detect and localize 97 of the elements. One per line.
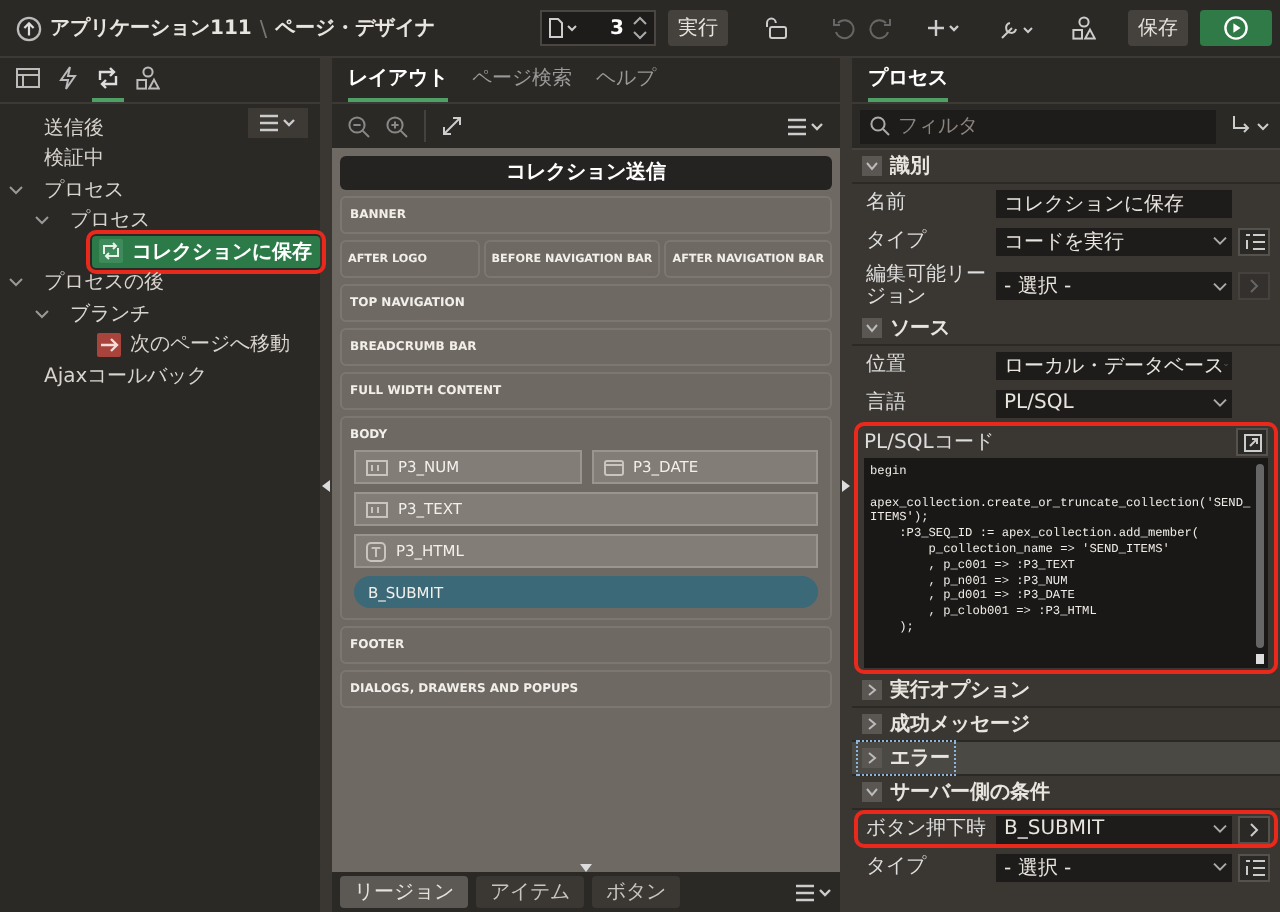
tab[interactable]: ページ検索 (472, 58, 572, 102)
list-button[interactable] (1238, 853, 1270, 881)
field-label: PL/SQLコード (864, 431, 994, 453)
wrench-menu-icon[interactable] (1000, 17, 1036, 39)
text-icon (366, 541, 386, 561)
scrollbar[interactable] (1256, 464, 1264, 664)
expand-icon[interactable] (442, 116, 462, 136)
arrow-icon (96, 331, 122, 358)
page-title: ページ・デザイナ (275, 15, 436, 42)
chevron-icon (862, 680, 882, 700)
field-label: 名前 (866, 192, 908, 214)
gallery-tab[interactable]: リージョン (340, 876, 468, 908)
caret-icon[interactable] (8, 274, 24, 291)
caret-icon[interactable] (34, 212, 50, 229)
field-label: 言語 (866, 392, 908, 414)
section-header[interactable]: 実行オプション (852, 674, 1280, 708)
tree-item[interactable]: 次のページへ移動 (92, 330, 294, 359)
tree-menu-button[interactable] (248, 108, 308, 138)
chevron-icon (862, 782, 882, 802)
gallery-tab[interactable]: ボタン (592, 876, 680, 908)
loop-icon (96, 66, 120, 90)
select-field[interactable]: PL/SQL (996, 389, 1232, 417)
chevron-icon (862, 714, 882, 734)
chevron-icon (862, 156, 882, 176)
select-field[interactable]: - 選択 - (996, 853, 1232, 881)
tab[interactable]: ヘルプ (596, 58, 656, 102)
caret-icon (1212, 398, 1228, 408)
caret-icon (1212, 862, 1228, 872)
bolt-icon (58, 66, 78, 90)
field-label: 位置 (866, 354, 908, 376)
field-label: ボタン押下時 (866, 818, 988, 840)
expand-icon (1243, 433, 1261, 451)
list-button[interactable] (1238, 227, 1270, 255)
list-icon (1243, 231, 1265, 251)
section-header[interactable]: ソース (852, 312, 1280, 346)
menu-icon (260, 114, 296, 132)
layout-icon (16, 68, 40, 88)
page-icon (548, 18, 580, 38)
caret-icon (1212, 281, 1228, 291)
run-page-button[interactable] (1200, 10, 1272, 46)
chevron-icon (862, 748, 882, 768)
page-title-bar: コレクション送信 (340, 156, 832, 190)
gallery-tab[interactable]: アイテム (476, 876, 584, 908)
caret-icon (1212, 236, 1228, 246)
select-field[interactable]: B_SUBMIT (996, 815, 1232, 843)
chevron-icon (862, 318, 882, 338)
tree-item[interactable]: 検証中 (40, 144, 108, 173)
zoom-in-icon[interactable] (386, 115, 408, 137)
field-label: 編集可能リージョン (866, 264, 988, 308)
tree-item[interactable]: 送信後 (40, 113, 108, 142)
section-header[interactable]: エラー (852, 742, 1280, 776)
loop-icon (98, 238, 124, 265)
text-field[interactable]: コレクションに保存 (996, 189, 1232, 217)
tree-item[interactable]: プロセスの後 (40, 268, 168, 297)
app-link[interactable]: アプリケーション111 (50, 14, 252, 42)
tree-item[interactable]: プロセス (66, 206, 154, 235)
tree-item[interactable]: ブランチ (66, 299, 154, 328)
page-number-field[interactable]: 3 (540, 10, 656, 46)
breadcrumb-separator: \ (259, 15, 268, 41)
caret-icon[interactable] (34, 305, 50, 322)
filter-field[interactable]: フィルタ (860, 109, 1216, 143)
shapes-icon[interactable] (1072, 16, 1096, 40)
list-icon (1243, 857, 1265, 877)
save-button[interactable]: 保存 (1128, 10, 1188, 46)
lock-icon[interactable] (764, 16, 788, 40)
go-to-group-icon[interactable] (1232, 116, 1272, 136)
chevron-right-icon (1248, 278, 1260, 294)
section-header[interactable]: 識別 (852, 150, 1280, 184)
field-label: タイプ (866, 230, 929, 252)
calendar-icon (603, 458, 623, 476)
spinner-icon[interactable] (632, 14, 648, 42)
field-label: タイプ (866, 856, 929, 878)
shapes-icon (136, 66, 160, 90)
zoom-out-icon[interactable] (348, 115, 370, 137)
input-icon (366, 459, 388, 475)
add-menu-icon[interactable] (928, 18, 964, 38)
select-field[interactable]: コードを実行 (996, 227, 1232, 255)
caret-icon[interactable] (8, 181, 24, 198)
tree-item[interactable]: コレクションに保存 (92, 235, 320, 268)
select-field[interactable]: ローカル・データベース (996, 351, 1232, 379)
menu-icon[interactable] (796, 883, 832, 901)
go-button[interactable] (1238, 815, 1270, 843)
undo-icon[interactable] (832, 16, 856, 40)
caret-icon (1212, 824, 1228, 834)
section-header[interactable]: サーバー側の条件 (852, 776, 1280, 810)
tab[interactable]: プロセス (868, 58, 948, 102)
tree-item[interactable]: Ajaxコールバック (40, 361, 212, 390)
run-button[interactable]: 実行 (668, 10, 728, 46)
select-field[interactable]: - 選択 - (996, 272, 1232, 300)
menu-icon[interactable] (788, 117, 824, 135)
redo-icon[interactable] (868, 16, 892, 40)
chevron-right-icon (1248, 821, 1260, 837)
expand-editor-button[interactable] (1236, 428, 1268, 456)
tree-item[interactable]: プロセス (40, 175, 128, 204)
input-icon (366, 501, 388, 517)
tab[interactable]: レイアウト (348, 58, 448, 102)
play-icon (1224, 16, 1248, 40)
